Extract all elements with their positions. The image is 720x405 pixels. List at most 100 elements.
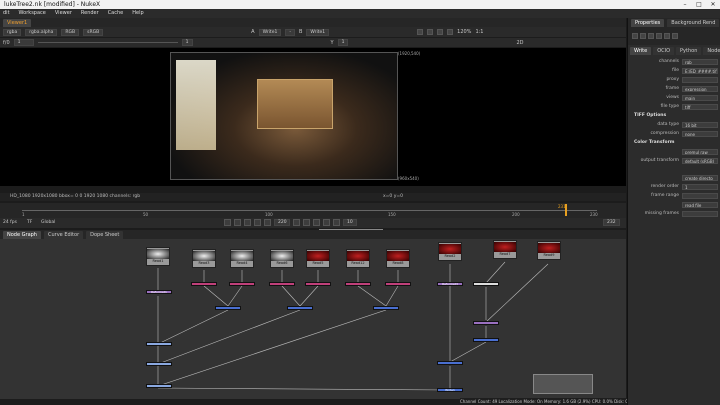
file-field[interactable]: E:/ED_####.tif [682, 67, 718, 74]
read-node[interactable]: Read12 [346, 249, 370, 268]
transform-node[interactable] [473, 282, 499, 286]
reformat-node-label: Reformat1 [151, 290, 167, 294]
data-type-dropdown[interactable]: 16 bit [682, 121, 718, 128]
channels-field[interactable]: rgb [682, 58, 718, 65]
prop-row: premul raw [628, 147, 720, 156]
tiff-options-header: TIFF Options [634, 113, 667, 118]
read-file-checkbox[interactable]: read file [682, 201, 718, 208]
file-type-dropdown[interactable]: tiff [682, 103, 718, 110]
merge-node[interactable] [215, 306, 241, 310]
merge-node[interactable] [146, 384, 172, 388]
float-icon[interactable] [664, 33, 670, 39]
read-thumbnail [439, 244, 461, 254]
proxy-field[interactable] [682, 76, 718, 83]
read-thumbnail [193, 251, 215, 261]
prop-row: render order 1 [628, 182, 720, 191]
output-transform-dropdown[interactable]: default (sRGB) [682, 157, 718, 164]
read-node[interactable]: Read2 [438, 242, 462, 261]
prop-row: missing frames [628, 209, 720, 218]
grade-node[interactable] [305, 282, 331, 286]
minimize-button[interactable]: – [678, 0, 692, 9]
read-thumbnail [387, 251, 409, 261]
merge-node[interactable] [437, 361, 463, 365]
write-node[interactable]: Write1 [437, 388, 463, 392]
close-button[interactable]: ✕ [706, 0, 720, 9]
node-icon[interactable] [632, 33, 638, 39]
read-node[interactable]: Read3 [192, 249, 216, 268]
color-icon[interactable] [656, 33, 662, 39]
history-icon[interactable] [648, 33, 654, 39]
frame-dropdown[interactable]: expression [682, 85, 718, 92]
read-thumbnail [538, 243, 560, 253]
read-node-label: Read12 [351, 261, 365, 265]
subtab-node[interactable]: Node [703, 47, 720, 55]
prop-row: compression none [628, 129, 720, 138]
merge-node[interactable] [146, 362, 172, 366]
tab-properties[interactable]: Properties [631, 18, 665, 27]
prop-label: views [666, 95, 679, 100]
node-subtabs: Write OCIO Python Node [628, 45, 720, 57]
read-node[interactable]: Read4 [230, 249, 254, 268]
prop-row: frame range [628, 191, 720, 200]
read-node-label: Read8 [392, 261, 404, 265]
prop-label: render order [650, 184, 679, 189]
read-node[interactable]: Read6 [270, 249, 294, 268]
read-node[interactable]: Read1 [146, 247, 170, 266]
frame-range-field[interactable] [682, 192, 718, 199]
read-node-label: Read2 [444, 254, 456, 258]
render-order-field[interactable]: 1 [682, 183, 718, 190]
premult-checkboxes[interactable]: premul raw [682, 148, 718, 155]
prop-label: frame range [651, 193, 679, 198]
reformat-node[interactable]: Reformat1 [146, 290, 172, 294]
prop-row: file E:/ED_####.tif [628, 66, 720, 75]
grade-node[interactable] [229, 282, 255, 286]
properties-panel: Properties Background Rend Write OCIO Py… [627, 18, 720, 405]
prop-row: views main [628, 93, 720, 102]
window-controls: – □ ✕ [678, 0, 720, 9]
read-node[interactable]: Read5 [306, 249, 330, 268]
read-node[interactable]: Read8 [386, 249, 410, 268]
merge-node[interactable] [473, 338, 499, 342]
read-node[interactable]: Read7 [493, 240, 517, 259]
compression-dropdown[interactable]: none [682, 130, 718, 137]
tab-background-renders[interactable]: Background Rend [667, 18, 720, 27]
prop-label: channels [658, 59, 679, 64]
reformat-node[interactable]: Reformat3 [437, 282, 463, 286]
grade-node[interactable] [385, 282, 411, 286]
lock-icon[interactable] [640, 33, 646, 39]
prop-label: file type [660, 104, 679, 109]
prop-label: data type [657, 122, 679, 127]
prop-row: data type 16 bit [628, 120, 720, 129]
subtab-ocio[interactable]: OCIO [653, 47, 675, 55]
read-node-label: Read4 [236, 261, 248, 265]
read-node-label: Read3 [198, 261, 210, 265]
merge-node[interactable] [373, 306, 399, 310]
node-connections [157, 261, 549, 391]
maximize-button[interactable]: □ [692, 0, 706, 9]
write-node-label: Write1 [445, 388, 455, 392]
views-dropdown[interactable]: main [682, 94, 718, 101]
grade-node[interactable] [269, 282, 295, 286]
merge-node[interactable] [287, 306, 313, 310]
grade-node[interactable] [473, 321, 499, 325]
prop-row: output transform default (sRGB) [628, 156, 720, 165]
prop-row: create directo [628, 173, 720, 182]
prop-row: frame expression [628, 84, 720, 93]
read-node-label: Read9 [543, 253, 555, 257]
create-directories-checkbox[interactable]: create directo [682, 174, 718, 181]
node-graph-minimap[interactable] [533, 374, 593, 394]
prop-label: output transform [640, 158, 679, 163]
subtab-python[interactable]: Python [676, 47, 702, 55]
missing-frames-dropdown[interactable] [682, 210, 718, 217]
read-node[interactable]: Read9 [537, 241, 561, 260]
merge-node[interactable] [146, 342, 172, 346]
read-thumbnail [307, 251, 329, 261]
prop-row: channels rgb [628, 57, 720, 66]
grade-node[interactable] [191, 282, 217, 286]
grade-node[interactable] [345, 282, 371, 286]
prop-label: file [672, 68, 679, 73]
prop-row: proxy [628, 75, 720, 84]
subtab-write[interactable]: Write [630, 47, 652, 55]
properties-toolbar [628, 27, 720, 45]
close-panel-icon[interactable] [672, 33, 678, 39]
